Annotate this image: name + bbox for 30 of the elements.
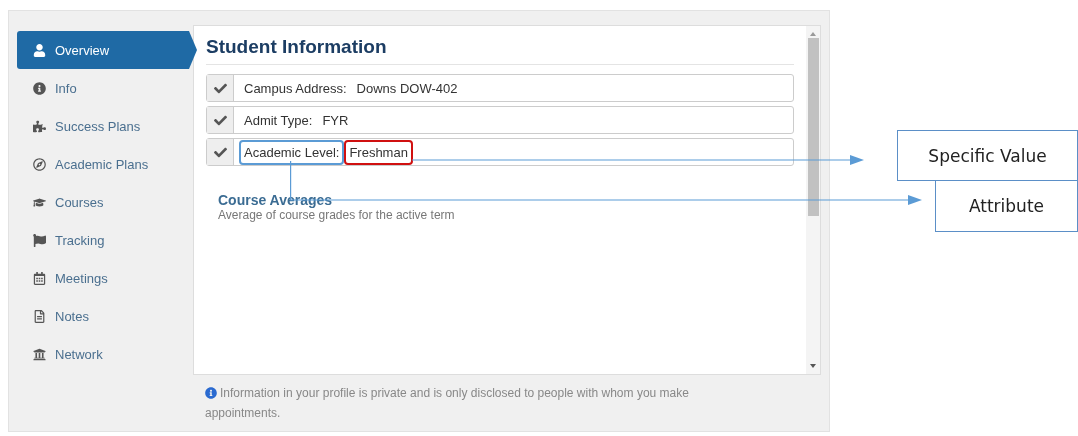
- document-icon: [33, 309, 46, 323]
- field-label: Campus Address:: [243, 79, 348, 98]
- sidebar-item[interactable]: Notes: [17, 297, 189, 335]
- compass-icon: [33, 157, 46, 171]
- sidebar-item[interactable]: Network: [17, 335, 189, 373]
- field-value: Freshman: [344, 139, 413, 165]
- sidebar-item[interactable]: Meetings: [17, 259, 189, 297]
- field-value: FYR: [321, 111, 350, 130]
- sidebar-item[interactable]: Success Plans: [17, 107, 189, 145]
- callout-label: Attribute: [935, 180, 1078, 232]
- field-value: Downs DOW-402: [355, 79, 459, 98]
- puzzle-icon: [33, 119, 46, 133]
- scrollbar[interactable]: [806, 26, 820, 374]
- privacy-note: Information in your profile is private and is only disclosed to people with whom you make appointments.: [204, 385, 690, 422]
- field-label: Admit Type:: [243, 111, 314, 130]
- field-label: Academic Level:: [239, 139, 345, 165]
- section-heading: Course Averages: [218, 192, 334, 208]
- sidebar-item[interactable]: Info: [17, 69, 189, 107]
- user-icon: [33, 43, 46, 57]
- sidebar-item[interactable]: Tracking: [17, 221, 189, 259]
- callout-label: Specific Value: [897, 130, 1078, 181]
- section-title: Student Information: [206, 36, 794, 65]
- calendar-icon: [33, 271, 46, 285]
- bank-icon: [33, 347, 46, 361]
- flag-icon: [33, 233, 46, 247]
- info-icon: [205, 387, 217, 399]
- section-subtitle: Average of course grades for the active term: [218, 208, 456, 222]
- info-icon: [33, 81, 46, 95]
- sidebar-item[interactable]: Courses: [17, 183, 189, 221]
- sidebar-item[interactable]: Academic Plans: [17, 145, 189, 183]
